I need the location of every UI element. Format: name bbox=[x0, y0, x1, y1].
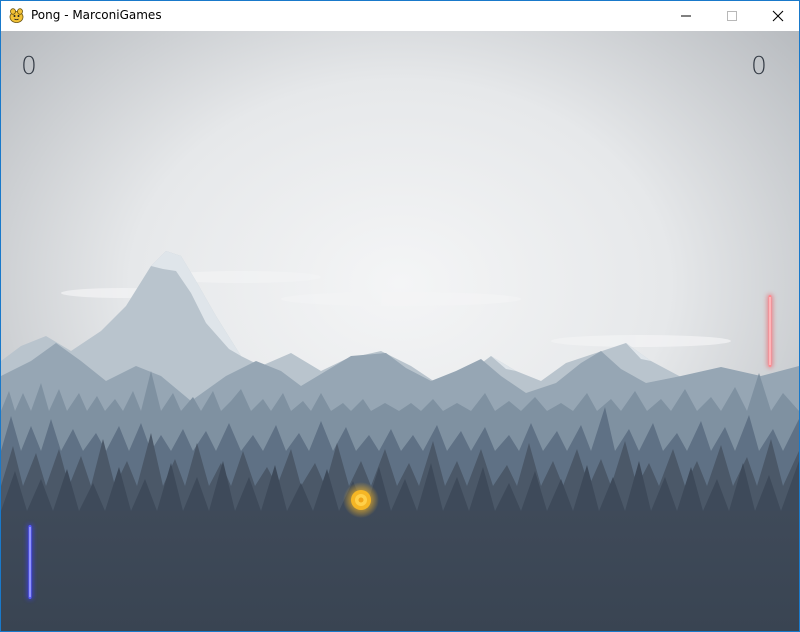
right-score: 0 bbox=[751, 51, 767, 80]
close-icon bbox=[772, 10, 784, 22]
right-paddle bbox=[767, 294, 773, 368]
left-paddle bbox=[27, 524, 33, 600]
minimize-button[interactable] bbox=[663, 1, 709, 31]
close-button[interactable] bbox=[755, 1, 799, 31]
left-score: 0 bbox=[21, 51, 37, 80]
ball bbox=[343, 482, 379, 518]
game-window: Pong - MarconiGames 0 0 bbox=[0, 0, 800, 632]
mountain-forest-background bbox=[1, 31, 799, 631]
game-canvas[interactable]: 0 0 bbox=[1, 31, 799, 631]
pygame-snake-icon bbox=[8, 7, 25, 24]
maximize-icon bbox=[727, 11, 737, 21]
window-title: Pong - MarconiGames bbox=[31, 8, 162, 22]
minimize-icon bbox=[681, 15, 691, 17]
title-bar[interactable]: Pong - MarconiGames bbox=[1, 1, 799, 31]
ground bbox=[1, 511, 799, 631]
maximize-button[interactable] bbox=[709, 1, 755, 31]
